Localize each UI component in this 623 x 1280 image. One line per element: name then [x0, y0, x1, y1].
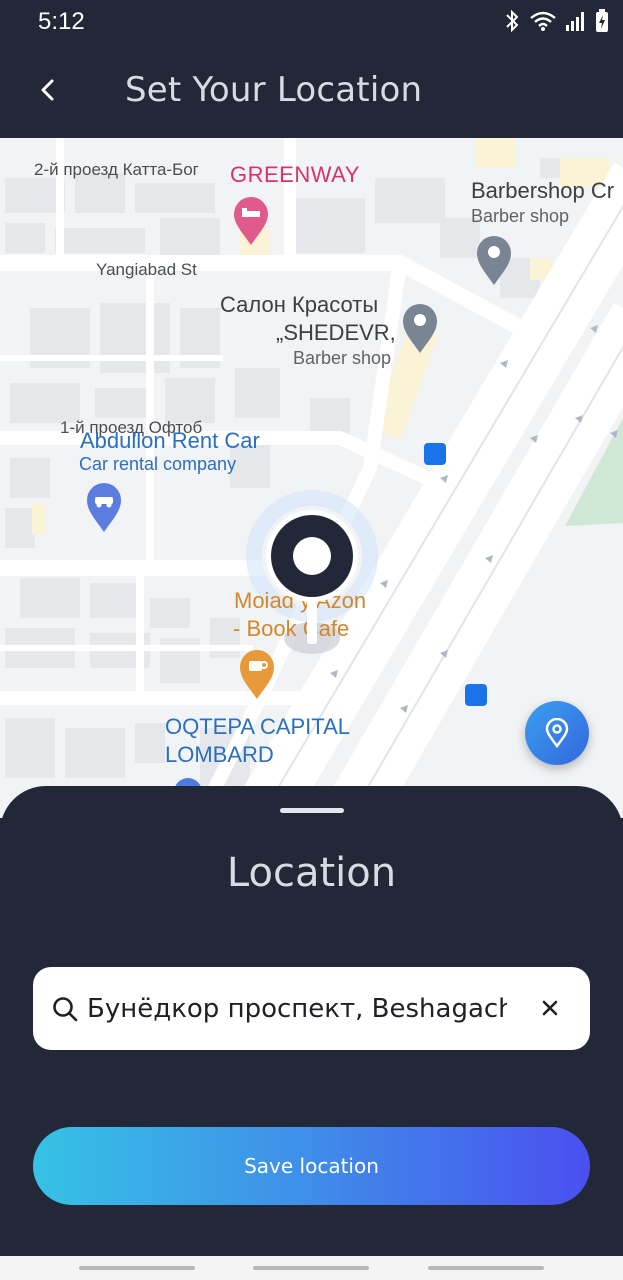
street-label: 2-й проезд Катта-Бог	[34, 160, 199, 179]
status-bar: 5:12	[0, 0, 623, 44]
signal-icon	[566, 12, 584, 31]
place-label-barbershop[interactable]: Barbershop Cr	[471, 178, 614, 204]
wifi-icon	[530, 11, 556, 31]
place-label-lombard-2[interactable]: LOMBARD	[165, 742, 274, 768]
place-label-rent-car[interactable]: Abdullon Rent Car	[80, 428, 260, 454]
back-button[interactable]	[30, 72, 66, 108]
nav-recents-button[interactable]	[79, 1266, 195, 1270]
app-bar: Set Your Location	[0, 44, 623, 138]
sheet-title: Location	[226, 850, 397, 896]
status-icons	[503, 9, 609, 33]
chevron-left-icon	[41, 79, 54, 101]
bluetooth-icon	[506, 9, 519, 33]
page-title: Set Your Location	[125, 70, 423, 110]
sheet-drag-handle[interactable]	[280, 808, 344, 813]
my-location-button[interactable]	[525, 701, 589, 765]
location-sheet: Location Save location	[0, 786, 623, 1256]
clear-search-button[interactable]	[535, 993, 565, 1023]
car-rental-pin-icon[interactable]	[85, 481, 123, 538]
place-label-shedevr[interactable]: Салон Красоты	[220, 292, 378, 318]
map-pin-icon	[545, 718, 569, 748]
street-label: Yangiabad St	[96, 260, 197, 279]
save-location-button[interactable]: Save location	[33, 1127, 590, 1205]
map-view[interactable]: 2-й проезд Катта-Бог Yangiabad St 1-й пр…	[0, 138, 623, 818]
place-category-barbershop: Barber shop	[471, 206, 570, 226]
nav-home-button[interactable]	[253, 1266, 369, 1270]
cafe-pin-icon[interactable]	[238, 648, 276, 705]
system-nav-bar	[0, 1256, 623, 1280]
barber-pin-icon[interactable]	[475, 234, 513, 291]
place-label-greenway[interactable]: GREENWAY	[230, 162, 360, 188]
salon-pin-icon[interactable]	[401, 302, 439, 359]
nav-back-button[interactable]	[428, 1266, 544, 1270]
location-search-box[interactable]	[33, 967, 590, 1050]
location-search-input[interactable]	[87, 967, 507, 1050]
place-label-lombard[interactable]: OQTEPA CAPITAL	[165, 714, 350, 740]
bus-stop-icon[interactable]	[465, 684, 487, 706]
battery-icon	[596, 9, 608, 32]
status-time: 5:12	[38, 8, 85, 35]
close-icon	[542, 1000, 558, 1016]
selected-location-pin-icon[interactable]	[264, 510, 360, 650]
hotel-pin-icon[interactable]	[232, 196, 270, 251]
place-category-rent-car: Car rental company	[79, 454, 237, 474]
bus-stop-icon[interactable]	[424, 443, 446, 465]
search-icon	[53, 997, 78, 1022]
place-category-shedevr: Barber shop	[293, 348, 392, 368]
place-label-shedevr-2[interactable]: „SHEDEVR,	[276, 320, 396, 346]
